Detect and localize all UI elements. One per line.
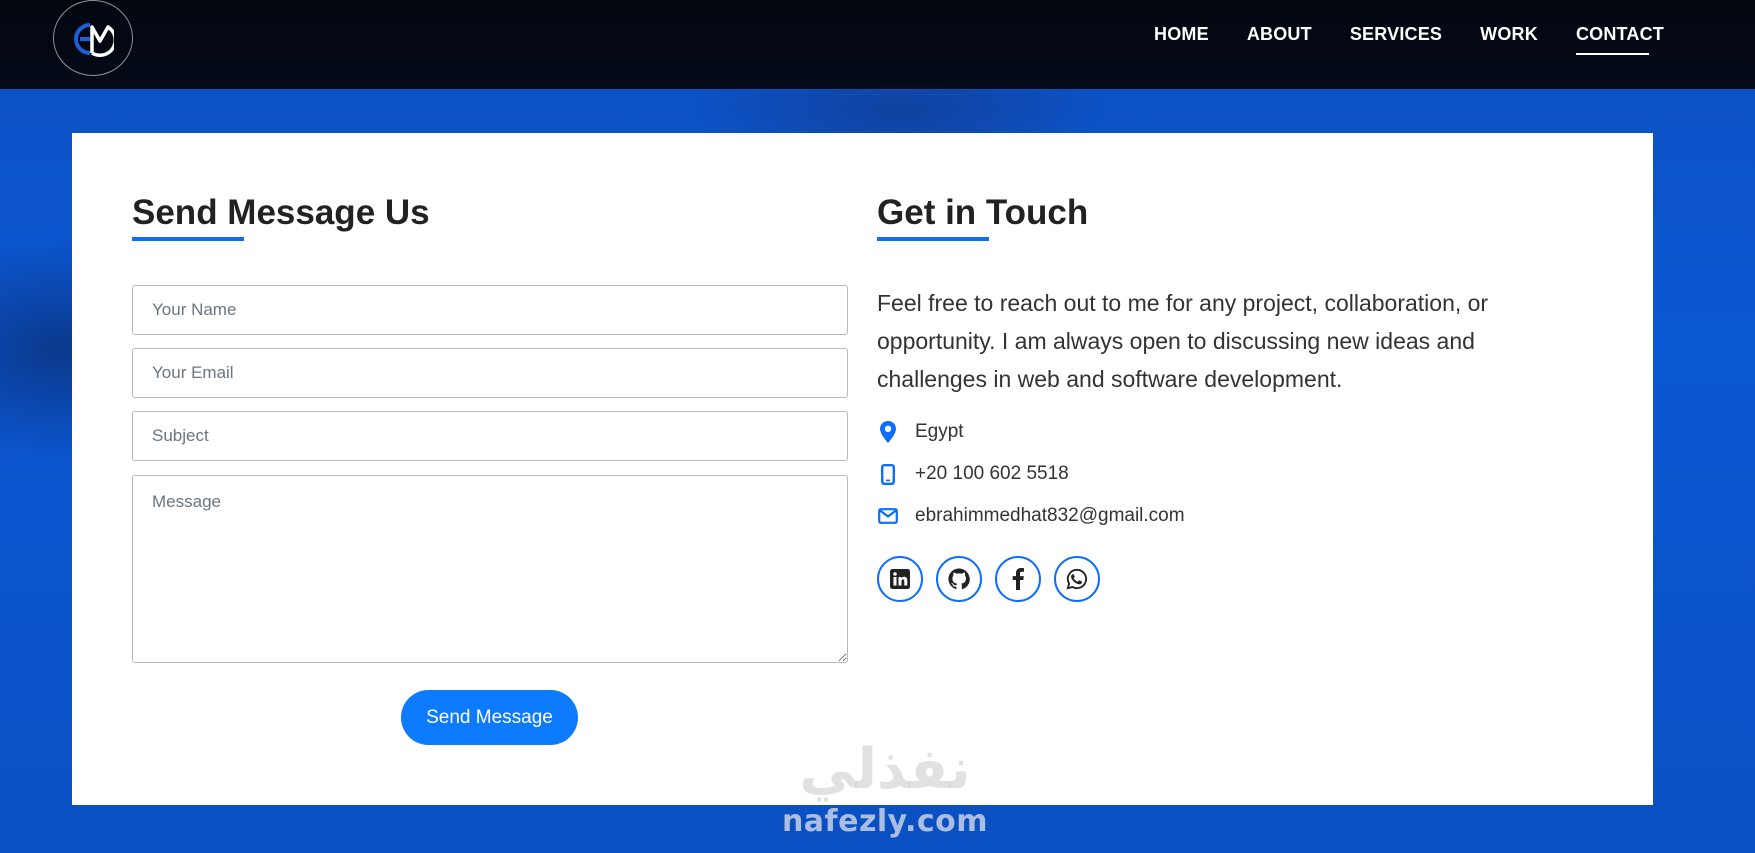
email-row: ebrahimmedhat832@gmail.com [877, 505, 1185, 527]
intro-text: Feel free to reach out to me for any pro… [877, 290, 1489, 392]
location-row: Egypt [877, 421, 964, 443]
email-input[interactable] [132, 348, 848, 398]
navbar: HOME ABOUT SERVICES WORK CONTACT [0, 0, 1755, 89]
whatsapp-link[interactable] [1054, 556, 1100, 602]
nav-work[interactable]: WORK [1480, 24, 1538, 55]
message-textarea[interactable] [132, 475, 848, 663]
name-input[interactable] [132, 285, 848, 335]
send-message-title: Send Message Us [132, 193, 430, 232]
facebook-link[interactable] [995, 556, 1041, 602]
github-link[interactable] [936, 556, 982, 602]
phone-row: +20 100 602 5518 [877, 463, 1069, 485]
site-logo[interactable] [53, 0, 133, 76]
facebook-icon [1012, 568, 1024, 590]
contact-card: Send Message Us Send Message Get in Touc… [72, 133, 1653, 805]
phone-text[interactable]: +20 100 602 5518 [915, 463, 1069, 485]
whatsapp-icon [1066, 568, 1088, 590]
subject-input[interactable] [132, 411, 848, 461]
github-icon [948, 568, 970, 590]
nav-about[interactable]: ABOUT [1247, 24, 1312, 55]
title-underline [877, 237, 989, 241]
nav-contact[interactable]: CONTACT [1575, 24, 1664, 55]
social-links [877, 556, 1100, 602]
linkedin-link[interactable] [877, 556, 923, 602]
email-text[interactable]: ebrahimmedhat832@gmail.com [915, 505, 1185, 527]
title-underline [132, 237, 244, 241]
location-text: Egypt [915, 421, 964, 442]
main-nav: HOME ABOUT SERVICES WORK CONTACT [1154, 24, 1664, 55]
get-in-touch-title: Get in Touch [877, 193, 1089, 232]
send-message-button[interactable]: Send Message [401, 690, 578, 745]
map-pin-icon [877, 421, 899, 443]
nav-home[interactable]: HOME [1154, 24, 1209, 55]
mobile-phone-icon [877, 463, 899, 485]
nav-services[interactable]: SERVICES [1350, 24, 1442, 55]
envelope-icon [877, 505, 899, 527]
linkedin-icon [890, 569, 910, 589]
em-monogram-icon [74, 23, 114, 57]
